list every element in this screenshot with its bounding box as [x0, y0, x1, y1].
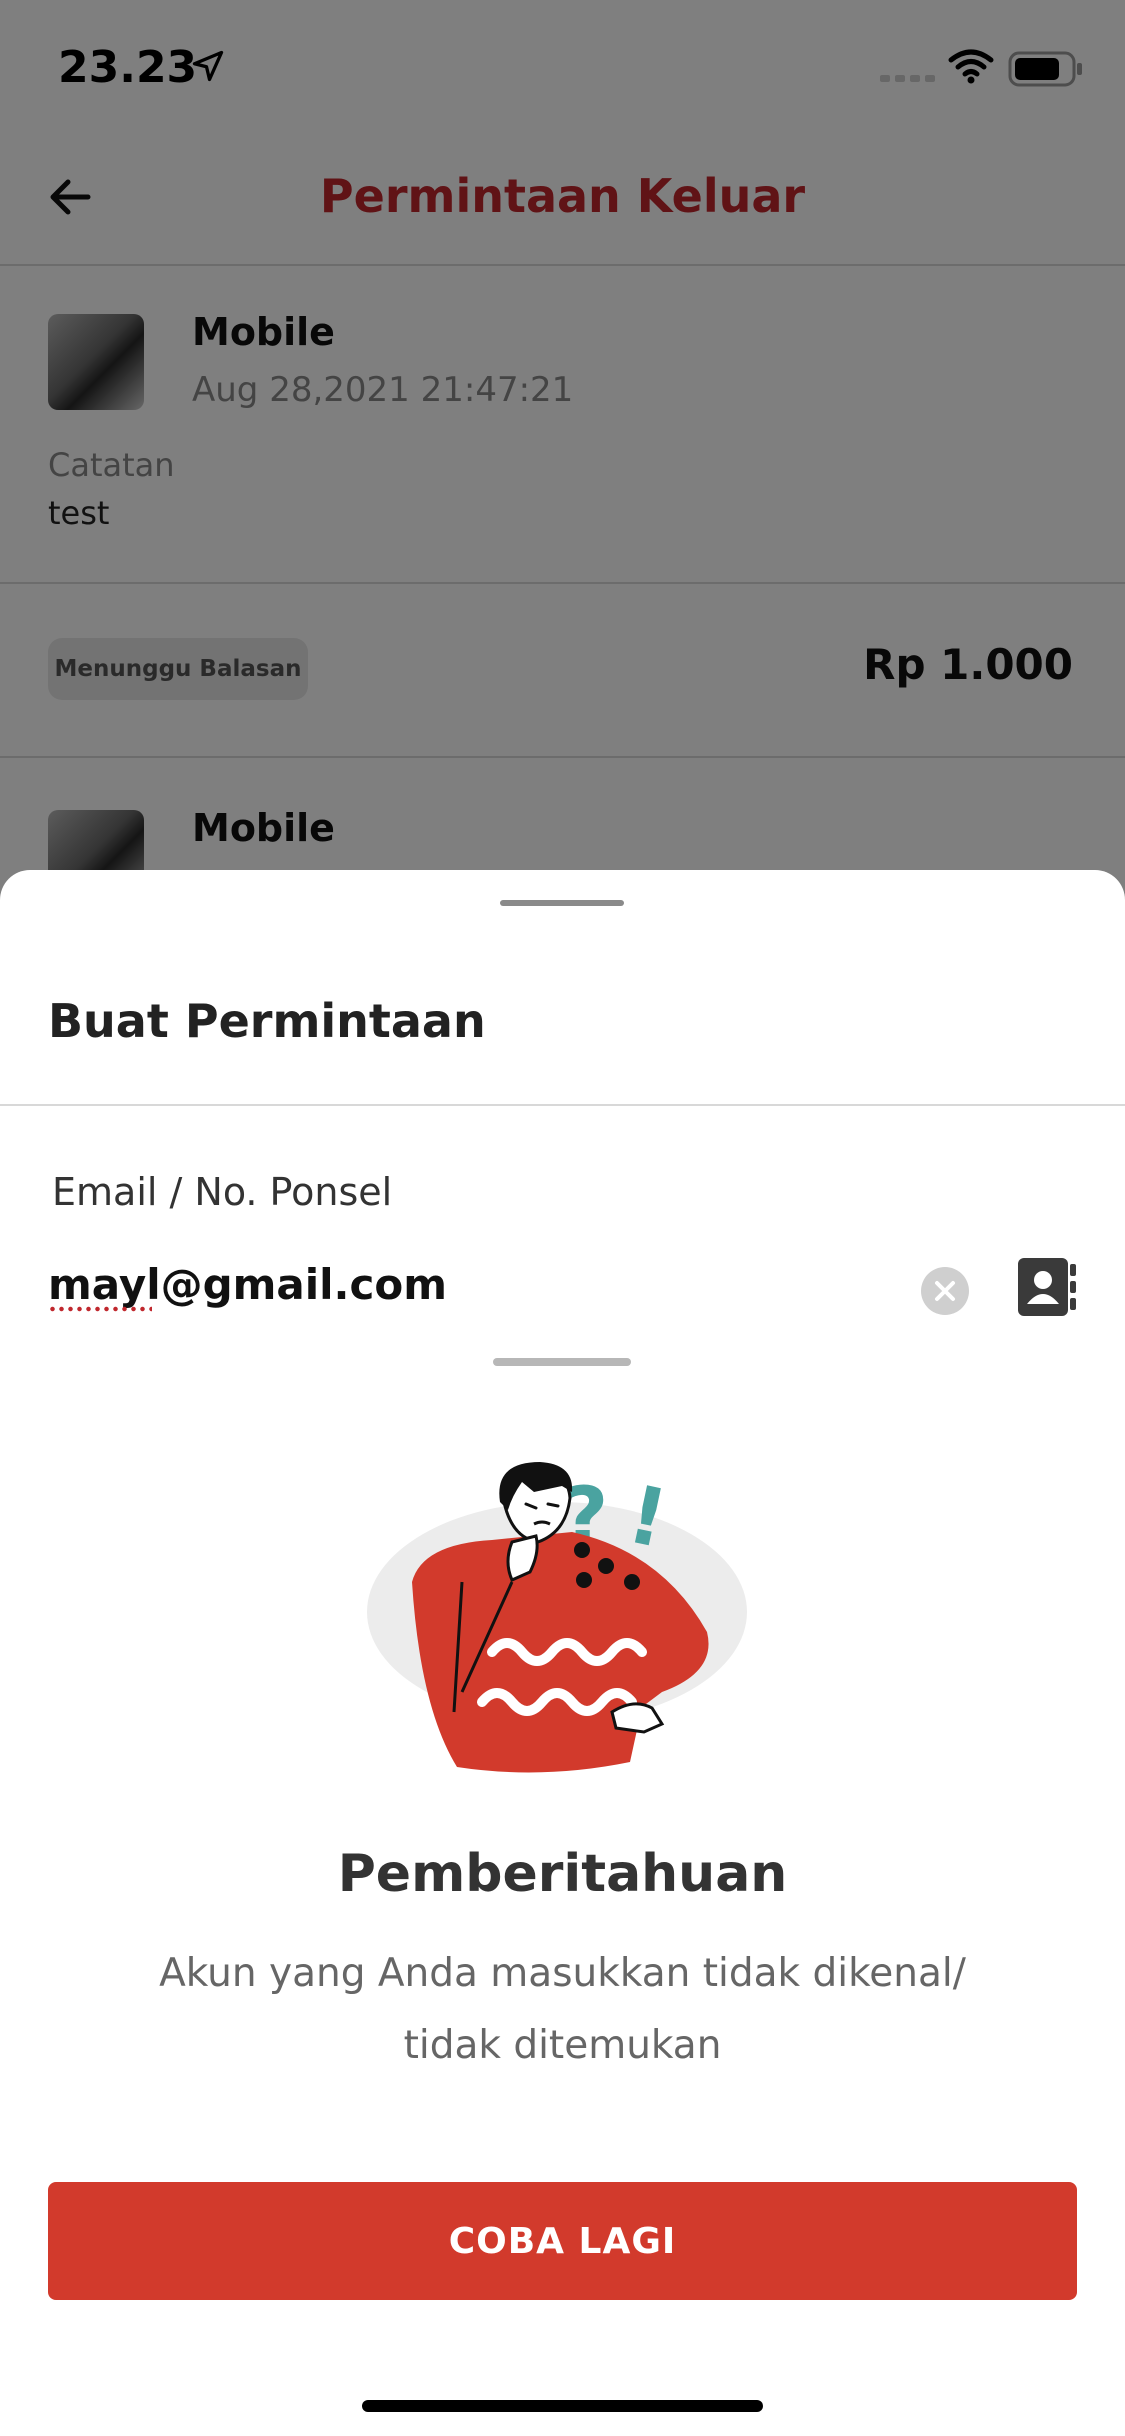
sheet-handle[interactable] [493, 1358, 631, 1366]
home-indicator[interactable] [362, 2400, 763, 2412]
sheet-handle[interactable] [500, 900, 624, 906]
confused-person-illustration: ? ! [367, 1462, 747, 1773]
notification-message: Akun yang Anda masukkan tidak dikenal/ t… [159, 1951, 966, 2068]
retry-button[interactable]: COBA LAGI [48, 2182, 1077, 2300]
email-phone-label: Email / No. Ponsel [52, 1170, 393, 1214]
contact-book-icon[interactable] [1016, 1256, 1078, 1318]
notification-sheet: ? ! Pemberitahuan Akun yang Anda masukka… [0, 1332, 1125, 2436]
notification-title: Pemberitahuan [337, 1844, 788, 1904]
sheet-title: Buat Permintaan [48, 994, 486, 1048]
email-phone-input[interactable] [48, 1260, 898, 1309]
divider [0, 1104, 1125, 1106]
clear-icon[interactable] [920, 1266, 970, 1316]
spellcheck-underline [48, 1306, 152, 1312]
